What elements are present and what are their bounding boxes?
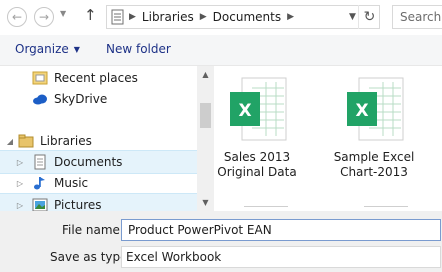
organize-label: Organize bbox=[15, 42, 69, 56]
back-button[interactable]: ← bbox=[7, 7, 27, 27]
save-as-type-label: Save as type: bbox=[50, 250, 132, 264]
nav-item-label: Documents bbox=[54, 155, 123, 169]
chevron-down-icon: ▼ bbox=[73, 44, 80, 54]
libraries-folder-icon bbox=[18, 134, 34, 148]
nav-item-pictures[interactable]: ▷ Pictures bbox=[0, 193, 197, 211]
search-input[interactable]: Search Documents bbox=[392, 5, 442, 29]
nav-item-documents[interactable]: ▷ Documents bbox=[0, 150, 197, 174]
expand-chevron-icon[interactable]: ▷ bbox=[14, 158, 26, 167]
svg-text:X: X bbox=[355, 101, 368, 121]
file-item-sample-excel-chart[interactable]: X Sample Excel Chart-2013 bbox=[319, 74, 429, 180]
scroll-up-icon[interactable]: ▲ bbox=[197, 66, 214, 83]
collapse-chevron-icon[interactable]: ◢ bbox=[4, 137, 16, 146]
nav-item-label: Libraries bbox=[40, 134, 92, 148]
file-name-input[interactable] bbox=[121, 219, 441, 241]
file-name-label: Sales 2013 Original Data bbox=[217, 150, 297, 179]
cloud-icon bbox=[33, 94, 47, 105]
up-arrow-icon[interactable]: ↑ bbox=[84, 6, 97, 24]
refresh-icon[interactable]: ↻ bbox=[358, 5, 380, 29]
documents-icon bbox=[34, 154, 46, 170]
file-list-pane: X Sales 2013 Original Data X Sample Exce… bbox=[214, 66, 442, 211]
recent-locations-chevron-icon[interactable]: ▼ bbox=[60, 9, 66, 18]
nav-item-label: SkyDrive bbox=[54, 92, 108, 106]
nav-item-label: Music bbox=[54, 176, 89, 190]
pictures-icon bbox=[32, 198, 48, 211]
command-toolbar: Organize ▼ New folder bbox=[0, 35, 442, 66]
folder-location-icon bbox=[111, 9, 124, 25]
excel-file-icon: X bbox=[230, 77, 287, 141]
svg-text:X: X bbox=[238, 101, 251, 121]
breadcrumb-separator-icon: ▶ bbox=[199, 12, 207, 22]
recent-places-icon bbox=[32, 71, 48, 85]
file-name-label: Sample Excel Chart-2013 bbox=[333, 150, 415, 179]
breadcrumb-separator-icon: ▶ bbox=[287, 12, 295, 22]
forward-button[interactable]: → bbox=[34, 7, 54, 27]
navigation-pane: Recent places SkyDrive ◢ Libraries ▷ Doc… bbox=[0, 66, 197, 211]
address-row: ← → ▼ ↑ ▶ Libraries ▶ Documents ▶ ▼ ↻ Se… bbox=[0, 0, 442, 35]
breadcrumb-libraries[interactable]: Libraries bbox=[136, 10, 200, 24]
nav-item-label: Recent places bbox=[54, 71, 138, 85]
organize-button[interactable]: Organize ▼ bbox=[15, 42, 80, 56]
excel-file-icon: X bbox=[347, 77, 404, 141]
breadcrumb-documents[interactable]: Documents bbox=[207, 10, 287, 24]
scroll-down-icon[interactable]: ▼ bbox=[197, 194, 214, 211]
nav-item-skydrive[interactable]: SkyDrive bbox=[0, 88, 197, 110]
file-name-label: File name: bbox=[62, 223, 124, 237]
address-bar[interactable]: ▶ Libraries ▶ Documents ▶ bbox=[106, 5, 380, 29]
file-item-sales-2013[interactable]: X Sales 2013 Original Data bbox=[214, 74, 312, 180]
nav-pane-scrollbar[interactable]: ▲ ▼ bbox=[197, 66, 214, 211]
expand-chevron-icon[interactable]: ▷ bbox=[14, 201, 26, 210]
music-icon bbox=[34, 177, 45, 190]
expand-chevron-icon[interactable]: ▷ bbox=[14, 179, 26, 188]
scrollbar-thumb[interactable] bbox=[200, 103, 211, 128]
nav-item-music[interactable]: ▷ Music bbox=[0, 172, 197, 194]
nav-item-recent-places[interactable]: Recent places bbox=[0, 67, 197, 89]
save-as-type-select[interactable]: Excel Workbook bbox=[121, 246, 441, 268]
nav-item-libraries[interactable]: ◢ Libraries bbox=[0, 130, 197, 152]
breadcrumb-separator-icon: ▶ bbox=[129, 12, 136, 22]
new-folder-button[interactable]: New folder bbox=[106, 42, 171, 56]
nav-item-label: Pictures bbox=[54, 198, 102, 211]
